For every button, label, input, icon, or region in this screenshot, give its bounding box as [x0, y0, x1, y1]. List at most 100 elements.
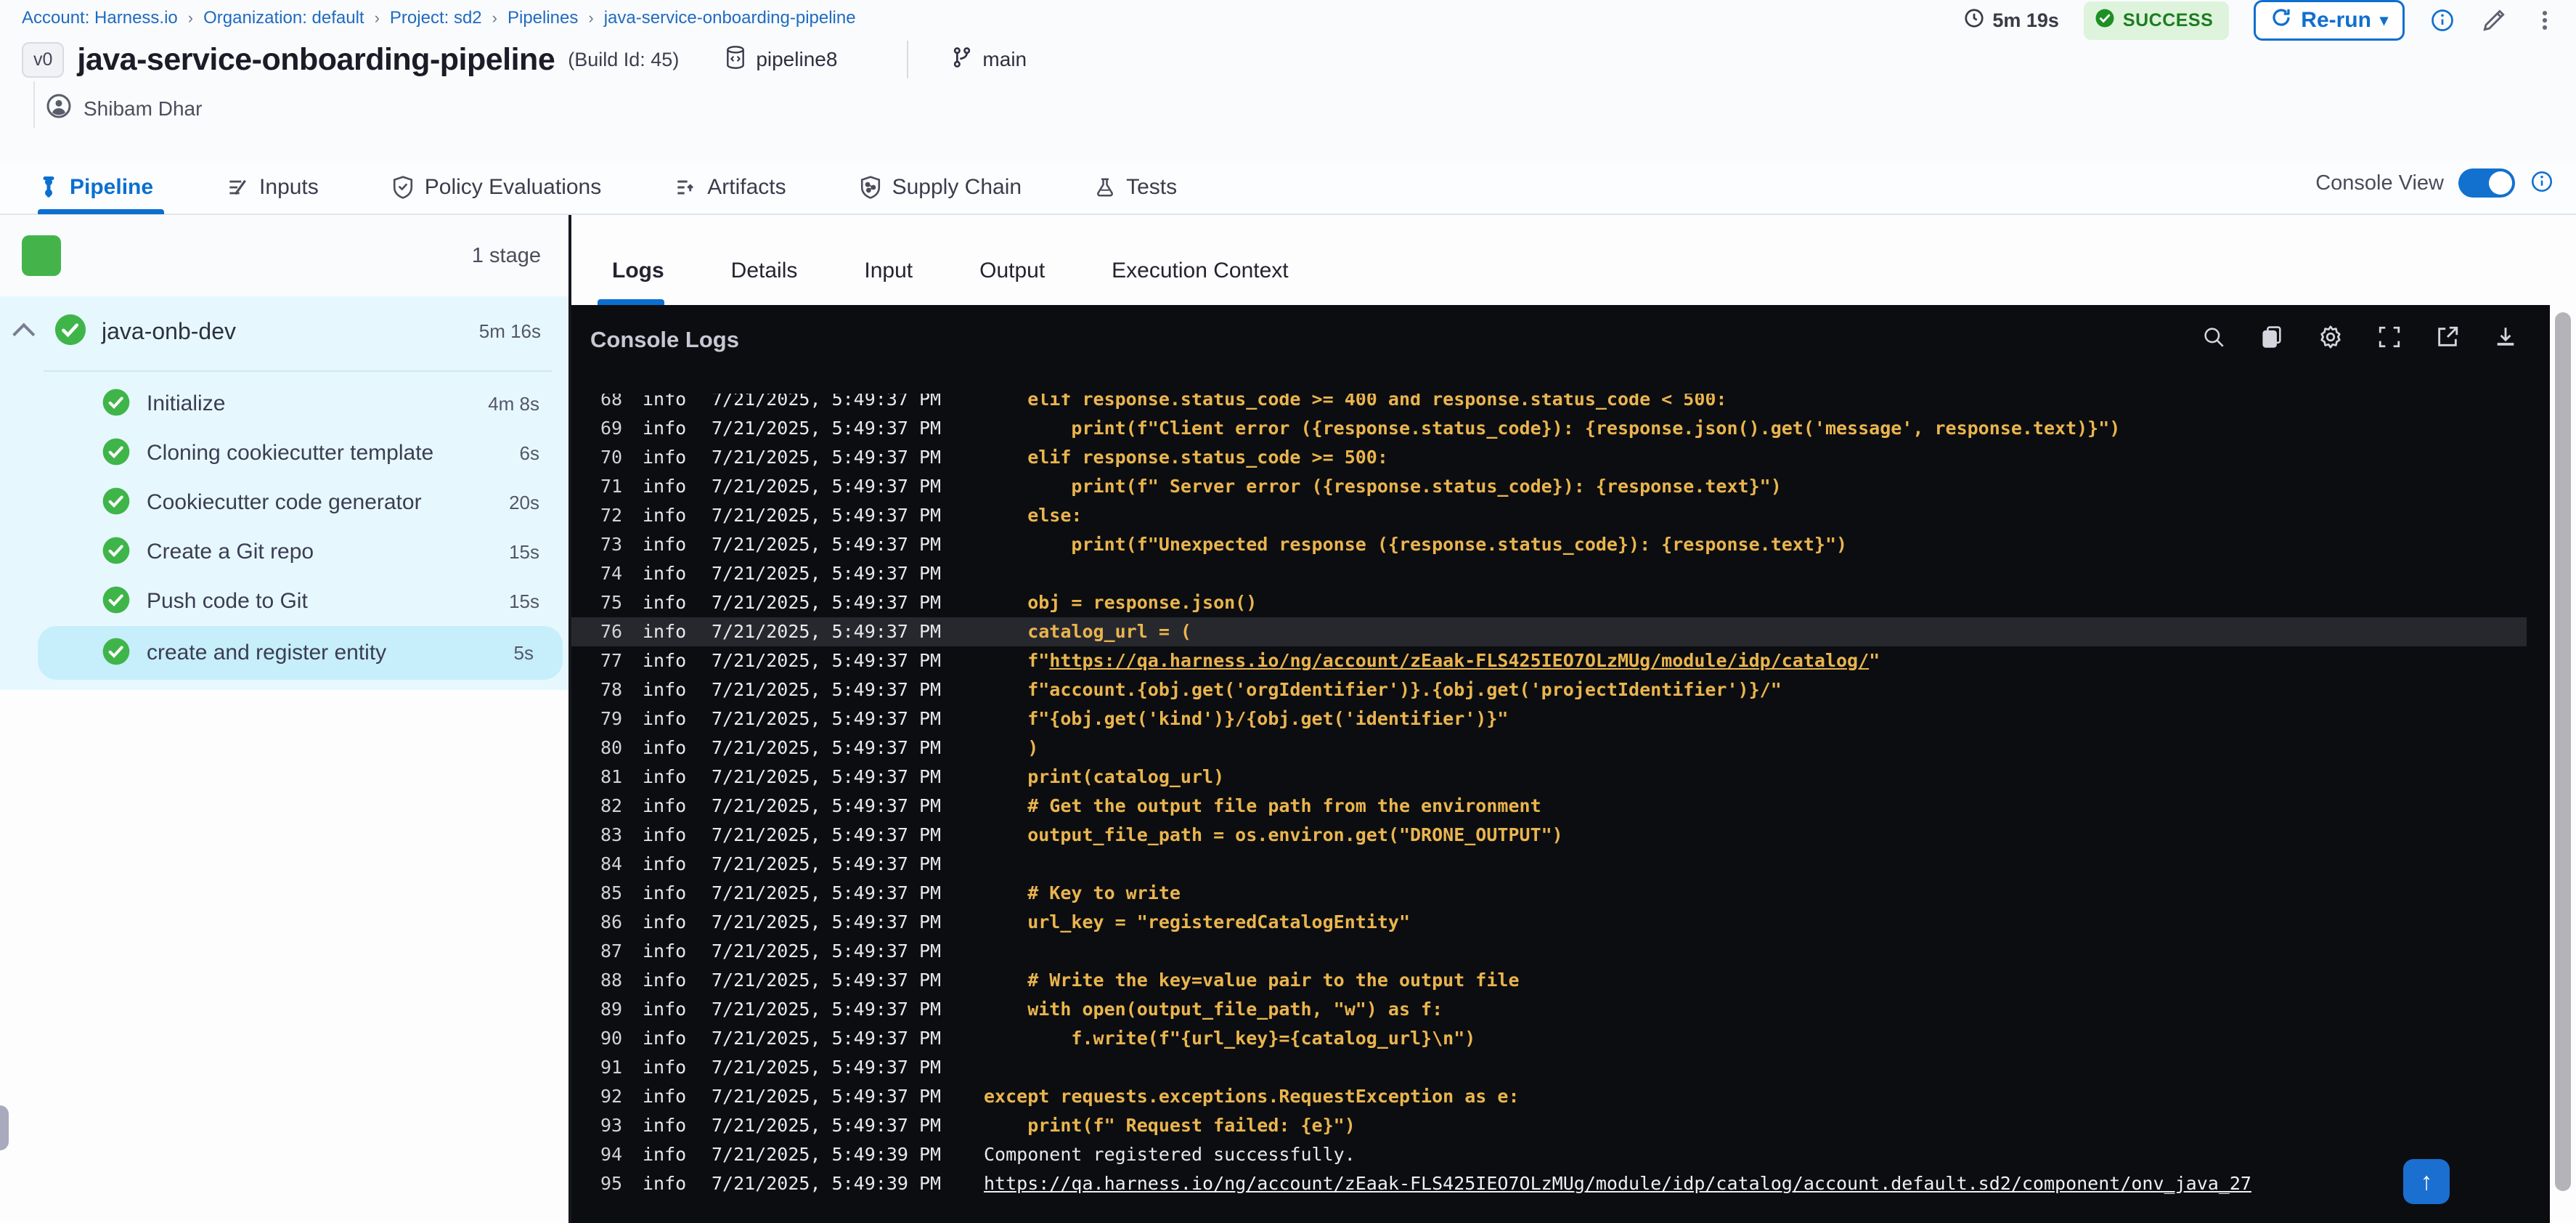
page-title: java-service-onboarding-pipeline: [77, 41, 555, 77]
chevron-up-icon[interactable]: [12, 322, 36, 346]
divider: [33, 81, 35, 128]
stage-duration: 5m 16s: [478, 320, 541, 342]
tab-inputs[interactable]: Inputs: [226, 161, 319, 214]
console-view-toggle[interactable]: [2458, 168, 2515, 198]
search-icon[interactable]: [2201, 325, 2226, 349]
log-line-70: 70 info 7/21/2025, 5:49:37 PM elif respons…: [600, 447, 1388, 468]
active-tab-underline: [38, 209, 164, 214]
stage-status-square[interactable]: [22, 235, 61, 276]
log-line-79: 79 info 7/21/2025, 5:49:37 PM f"{obj.get('…: [600, 708, 1509, 729]
console-scrollbar[interactable]: [2550, 305, 2576, 1223]
pipeline-title-row: v0 java-service-onboarding-pipeline (Bui…: [22, 38, 1027, 81]
stage-count-row: 1 stage: [0, 215, 568, 296]
log-line-72: 72 info 7/21/2025, 5:49:37 PM else:: [600, 505, 1083, 526]
edit-pencil-icon[interactable]: [2480, 7, 2508, 34]
status-badge: SUCCESS: [2083, 1, 2230, 40]
scroll-to-top-button[interactable]: ↑: [2403, 1159, 2450, 1204]
step-initialize[interactable]: Initialize 4m 8s: [0, 379, 568, 428]
download-icon[interactable]: [2493, 325, 2518, 349]
log-line-94: 94 info 7/21/2025, 5:49:39 PM Component reg…: [600, 1144, 1356, 1165]
stage-row-java-onb-dev[interactable]: java-onb-dev 5m 16s: [0, 296, 568, 366]
console-logs-panel: Console Logs 68 info 7/21/2025, 5:49:37 …: [571, 305, 2553, 1223]
execution-actions: 5m 19s SUCCESS Re-run ▾: [1963, 0, 2557, 41]
tab-input[interactable]: Input: [864, 259, 913, 283]
info-icon[interactable]: [2429, 7, 2455, 33]
tab-policy-evaluations[interactable]: Policy Evaluations: [391, 161, 601, 214]
log-line-95: 95 info 7/21/2025, 5:49:39 PM https://qa.ha…: [600, 1173, 2251, 1194]
breadcrumb-separator: ›: [492, 9, 497, 27]
left-edge-scroll-thumb[interactable]: [0, 1105, 9, 1150]
step-create-and-register-entity[interactable]: create and register entity 5s: [38, 626, 563, 680]
user-name: Shibam Dhar: [83, 97, 203, 120]
shield-check-icon: [391, 175, 415, 200]
log-line-92: 92 info 7/21/2025, 5:49:37 PM except reques…: [600, 1086, 1520, 1107]
tab-execution-context[interactable]: Execution Context: [1112, 259, 1288, 283]
version-badge: v0: [22, 41, 65, 78]
log-line-91: 91 info 7/21/2025, 5:49:37 PM: [600, 1057, 942, 1078]
success-check-icon: [102, 487, 131, 519]
tab-supply-chain[interactable]: Supply Chain: [859, 161, 1022, 214]
active-tab-underline: [598, 299, 664, 305]
fullscreen-icon[interactable]: [2377, 325, 2402, 349]
breadcrumb-pipelines[interactable]: Pipelines: [508, 8, 578, 28]
step-create-a-git-repo[interactable]: Create a Git repo 15s: [0, 527, 568, 577]
main-tab-strip: Pipeline Inputs Policy Evaluations Artif…: [0, 161, 2576, 215]
repository-icon: [724, 44, 747, 76]
branch-chip[interactable]: main: [950, 45, 1027, 75]
stage-name: java-onb-dev: [102, 317, 236, 344]
breadcrumb-project[interactable]: Project: sd2: [390, 8, 482, 28]
rerun-button[interactable]: Re-run ▾: [2254, 0, 2405, 41]
tab-pipeline[interactable]: Pipeline: [38, 161, 153, 214]
log-line-87: 87 info 7/21/2025, 5:49:37 PM: [600, 940, 942, 962]
open-in-new-icon[interactable]: [2435, 325, 2460, 349]
copy-icon[interactable]: [2259, 325, 2284, 349]
log-line-68: 68 info 7/21/2025, 5:49:37 PM elif respons…: [600, 394, 1727, 410]
log-line-77: 77 info 7/21/2025, 5:49:37 PM f"https://qa…: [600, 650, 1880, 671]
console-logs-header: Console Logs: [571, 305, 2553, 392]
step-cloning-cookiecutter-template[interactable]: Cloning cookiecutter template 6s: [0, 428, 568, 478]
divider: [44, 370, 553, 372]
tab-logs[interactable]: Logs: [612, 259, 664, 283]
console-view-label: Console View: [2315, 171, 2444, 195]
log-line-80: 80 info 7/21/2025, 5:49:37 PM ): [600, 737, 1039, 758]
repo-chip[interactable]: pipeline8: [724, 44, 837, 76]
tab-artifacts[interactable]: Artifacts: [674, 161, 786, 214]
tab-output[interactable]: Output: [979, 259, 1045, 283]
tab-tests[interactable]: Tests: [1094, 161, 1177, 214]
log-line-90: 90 info 7/21/2025, 5:49:37 PM f.write(f"{u…: [600, 1028, 1476, 1049]
breadcrumb-account[interactable]: Account: Harness.io: [22, 8, 178, 28]
user-avatar-icon: [46, 93, 72, 124]
breadcrumb-current-pipeline[interactable]: java-service-onboarding-pipeline: [604, 8, 856, 28]
success-check-icon: [102, 536, 131, 569]
console-log-lines: 68 info 7/21/2025, 5:49:37 PM elif respons…: [571, 394, 2527, 1198]
scrollbar-thumb[interactable]: [2555, 312, 2571, 1191]
console-view-control: Console View: [2315, 168, 2554, 198]
triggered-by: Shibam Dhar: [46, 93, 202, 124]
clock-icon: [1963, 7, 1985, 34]
kebab-menu-icon[interactable]: [2532, 7, 2557, 34]
log-line-76: 76 info 7/21/2025, 5:49:37 PM catalog_url …: [571, 617, 2527, 646]
log-line-71: 71 info 7/21/2025, 5:49:37 PM print(f" Ser…: [600, 476, 1782, 497]
step-push-code-to-git[interactable]: Push code to Git 15s: [0, 577, 568, 626]
step-cookiecutter-code-generator[interactable]: Cookiecutter code generator 20s: [0, 478, 568, 527]
log-line-83: 83 info 7/21/2025, 5:49:37 PM output_file_…: [600, 824, 1563, 845]
log-line-93: 93 info 7/21/2025, 5:49:37 PM print(f" Req…: [600, 1115, 1356, 1136]
breadcrumb-org[interactable]: Organization: default: [203, 8, 364, 28]
console-log-viewport[interactable]: 68 info 7/21/2025, 5:49:37 PM elif respons…: [571, 394, 2527, 1223]
log-line-73: 73 info 7/21/2025, 5:49:37 PM print(f"Unex…: [600, 534, 1848, 555]
breadcrumb-separator: ›: [374, 9, 380, 27]
info-icon[interactable]: [2530, 169, 2554, 198]
log-line-81: 81 info 7/21/2025, 5:49:37 PM print(catalo…: [600, 766, 1225, 787]
success-check-icon: [102, 637, 131, 670]
success-check-icon: [54, 313, 87, 350]
log-line-78: 78 info 7/21/2025, 5:49:37 PM f"account.{o…: [600, 679, 1782, 700]
flask-icon: [1094, 176, 1116, 199]
gear-icon[interactable]: [2318, 324, 2344, 350]
tab-details[interactable]: Details: [731, 259, 798, 283]
log-line-85: 85 info 7/21/2025, 5:49:37 PM # Key to wri…: [600, 882, 1181, 903]
pipeline-execution-page: Account: Harness.io › Organization: defa…: [0, 0, 2576, 1223]
success-check-icon: [102, 437, 131, 470]
pipeline-icon: [38, 175, 60, 200]
total-duration: 5m 19s: [1963, 7, 2059, 34]
log-line-84: 84 info 7/21/2025, 5:49:37 PM: [600, 853, 942, 874]
